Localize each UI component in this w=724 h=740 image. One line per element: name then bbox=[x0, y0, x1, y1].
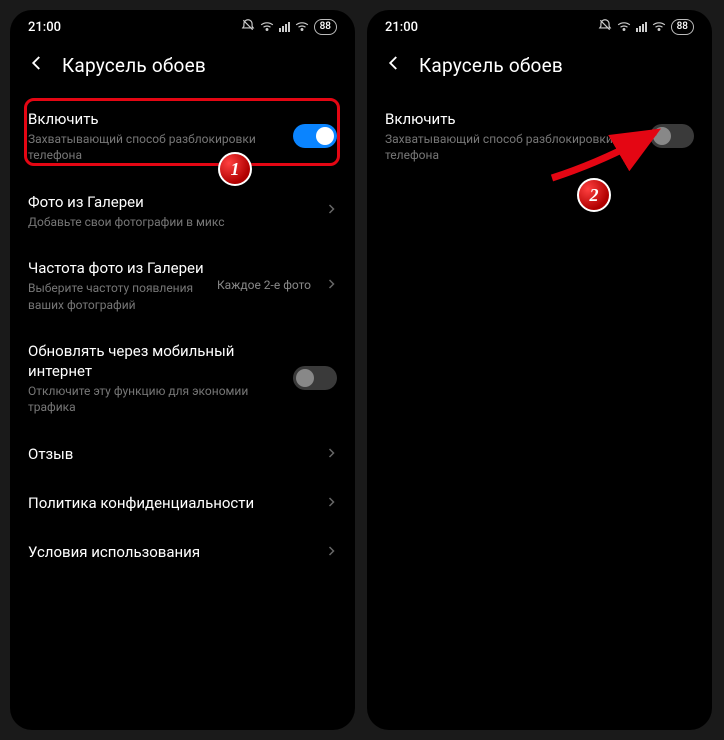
row-frequency-value: Каждое 2-е фото bbox=[217, 278, 311, 292]
battery-indicator: 88 bbox=[314, 19, 337, 35]
row-privacy[interactable]: Политика конфиденциальности bbox=[10, 479, 355, 528]
signal-icon bbox=[279, 22, 290, 32]
mute-icon bbox=[598, 18, 612, 36]
toggle-enable[interactable] bbox=[650, 124, 694, 148]
row-mobile-sub: Отключите эту функцию для экономии трафи… bbox=[28, 383, 283, 415]
row-gallery[interactable]: Фото из Галереи Добавьте свои фотографии… bbox=[10, 178, 355, 244]
status-time: 21:00 bbox=[385, 20, 418, 35]
statusbar: 21:00 88 bbox=[10, 10, 355, 40]
chevron-right-icon bbox=[325, 275, 337, 296]
row-enable[interactable]: Включить Захватывающий способ разблокиро… bbox=[10, 95, 355, 178]
row-gallery-title: Фото из Галереи bbox=[28, 192, 315, 212]
chevron-right-icon bbox=[325, 542, 337, 563]
row-terms-title: Условия использования bbox=[28, 542, 315, 562]
chevron-right-icon bbox=[325, 493, 337, 514]
wifi-icon bbox=[617, 20, 631, 35]
row-enable-sub: Захватывающий способ разблокировки телеф… bbox=[385, 131, 640, 163]
wifi-icon-2 bbox=[295, 20, 309, 35]
mute-icon bbox=[241, 18, 255, 36]
toggle-enable[interactable] bbox=[293, 124, 337, 148]
row-terms[interactable]: Условия использования bbox=[10, 528, 355, 577]
status-time: 21:00 bbox=[28, 20, 61, 35]
row-privacy-title: Политика конфиденциальности bbox=[28, 493, 315, 513]
chevron-right-icon bbox=[325, 200, 337, 221]
page-header: Карусель обоев bbox=[10, 40, 355, 95]
page-title: Карусель обоев bbox=[419, 54, 563, 77]
annotation-badge-2: 2 bbox=[577, 178, 611, 212]
chevron-right-icon bbox=[325, 444, 337, 465]
toggle-mobile-data[interactable] bbox=[293, 366, 337, 390]
row-enable-title: Включить bbox=[385, 109, 640, 129]
wifi-icon bbox=[260, 20, 274, 35]
row-frequency-sub: Выберите частоту появления ваших фотогра… bbox=[28, 280, 207, 312]
wifi-icon-2 bbox=[652, 20, 666, 35]
row-mobile-data[interactable]: Обновлять через мобильный интернет Отклю… bbox=[10, 327, 355, 430]
battery-indicator: 88 bbox=[671, 19, 694, 35]
back-button[interactable] bbox=[385, 54, 403, 77]
row-mobile-title: Обновлять через мобильный интернет bbox=[28, 341, 283, 382]
annotation-badge-1: 1 bbox=[218, 152, 252, 186]
row-frequency[interactable]: Частота фото из Галереи Выберите частоту… bbox=[10, 244, 355, 327]
row-frequency-title: Частота фото из Галереи bbox=[28, 258, 207, 278]
row-review[interactable]: Отзыв bbox=[10, 430, 355, 479]
page-header: Карусель обоев bbox=[367, 40, 712, 95]
phone-screen-right: 21:00 88 Карусель обоев Включить Захваты… bbox=[367, 10, 712, 730]
row-enable-title: Включить bbox=[28, 109, 283, 129]
statusbar: 21:00 88 bbox=[367, 10, 712, 40]
row-review-title: Отзыв bbox=[28, 444, 315, 464]
signal-icon bbox=[636, 22, 647, 32]
phone-screen-left: 21:00 88 Карусель обоев Включить Захваты… bbox=[10, 10, 355, 730]
back-button[interactable] bbox=[28, 54, 46, 77]
page-title: Карусель обоев bbox=[62, 54, 206, 77]
row-enable[interactable]: Включить Захватывающий способ разблокиро… bbox=[367, 95, 712, 178]
row-gallery-sub: Добавьте свои фотографии в микс bbox=[28, 214, 315, 230]
